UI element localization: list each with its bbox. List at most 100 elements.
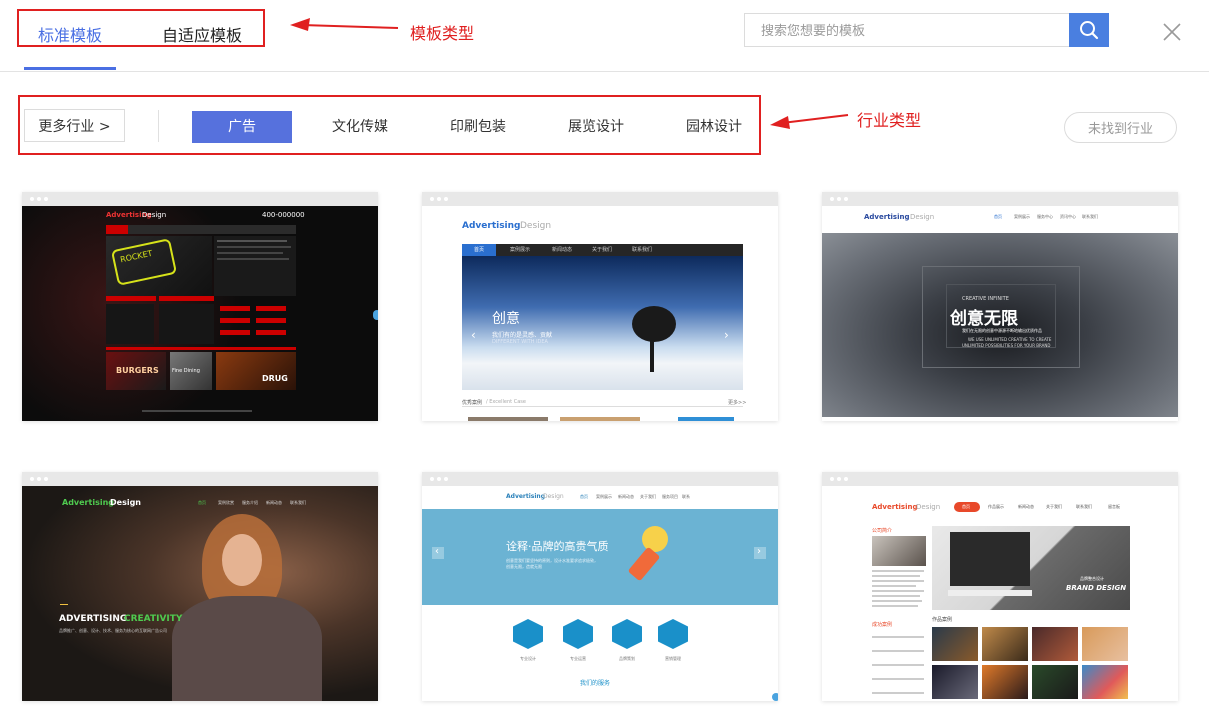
close-icon[interactable] — [1160, 20, 1184, 44]
template-thumbnail: Advertising Design 首页 案例欣赏 服务介绍 新闻动态 联系我… — [22, 486, 378, 701]
header-divider — [0, 71, 1209, 72]
section-title: 公司简介 — [872, 528, 893, 534]
section-title: 优秀案例 — [462, 400, 483, 406]
thumb-label: Fine Dining — [172, 368, 200, 374]
section-title: 作品案例 — [932, 617, 953, 623]
hero-subtitle: 品牌整合设计 — [1080, 576, 1104, 581]
thumb-nav-item: 服务介绍 — [242, 500, 258, 505]
thumb-nav-item: 首页 — [580, 494, 588, 499]
template-phone: 400-000000 — [262, 211, 305, 219]
template-card[interactable]: Advertising Design 400-000000 ROCKET BUR… — [22, 192, 378, 421]
search-icon — [1080, 21, 1099, 40]
thumb-nav-item: 首页 — [962, 504, 970, 509]
search-button[interactable] — [1069, 13, 1109, 47]
service-label: 营销管理 — [665, 656, 681, 661]
thumb-nav-item: 新闻动态 — [266, 500, 282, 505]
annotation-template-type: 模板类型 — [410, 24, 475, 43]
thumb-nav-item: 服务项目 — [662, 494, 678, 499]
more-link: 更多>> — [728, 400, 747, 406]
template-card[interactable]: Advertising Design 首页 案例展示 新闻动态 关于我们 服务项… — [422, 472, 778, 701]
thumb-nav-item: 联系 — [682, 494, 690, 499]
template-card[interactable]: Advertising Design 首页 案例展示 新闻动态 关于我们 联系我… — [422, 192, 778, 421]
hero-title: 创意 — [492, 311, 520, 327]
hero-title: ADVERTISING — [59, 614, 128, 624]
hero-small-text: CREATIVE INFINITE — [962, 296, 1009, 302]
thumb-nav-item: 资讯中心 — [1060, 214, 1076, 219]
template-thumbnail: Advertising Design 400-000000 ROCKET BUR… — [22, 206, 378, 421]
hero-subtitle: 创意无限，造就无限 — [506, 564, 542, 569]
card-window-bar — [422, 192, 778, 206]
thumb-nav-item: 联系我们 — [632, 247, 653, 253]
active-tab-indicator — [24, 67, 116, 70]
hero-subtitle: 品牌推广、创意、设计、技术、服务为核心的互联网广告公司 — [59, 628, 167, 633]
thumb-nav-item: 作品展示 — [988, 504, 1004, 509]
template-card[interactable]: Advertising Design 首页 作品展示 新闻动态 关于我们 联系我… — [822, 472, 1178, 701]
template-brand: Advertising — [864, 213, 910, 221]
section-title: 我们的服务 — [580, 680, 611, 687]
chevron-left-icon[interactable]: ‹ — [471, 328, 476, 342]
hero-subtitle-en: DIFFERENT WITH IDEA — [492, 339, 548, 345]
annotation-arrow-icon — [290, 18, 399, 31]
thumb-nav-item: 新闻动态 — [552, 247, 573, 253]
service-label: 专业运营 — [570, 656, 586, 661]
template-thumbnail: Advertising Design 首页 案例展示 新闻动态 关于我们 联系我… — [422, 206, 778, 421]
section-subtitle: / Excellent Case — [486, 399, 526, 405]
search-box — [744, 13, 1069, 47]
thumb-nav-item: 关于我们 — [1046, 504, 1062, 509]
template-brand: Advertising — [462, 221, 521, 231]
service-label: 品牌策划 — [619, 656, 635, 661]
template-card[interactable]: Advertising Design 首页 案例欣赏 服务介绍 新闻动态 联系我… — [22, 472, 378, 701]
thumb-nav-item: 首页 — [994, 214, 1002, 219]
thumb-nav-item: 服务中心 — [1037, 214, 1053, 219]
template-brand-sub: Design — [543, 493, 564, 500]
template-brand-sub: Design — [142, 211, 167, 219]
hero-title: 创意无限 — [950, 309, 1018, 329]
template-brand-sub: Design — [520, 221, 552, 231]
chevron-right-icon[interactable]: › — [724, 328, 729, 342]
card-window-bar — [822, 192, 1178, 206]
industry-not-found-button[interactable]: 未找到行业 — [1064, 112, 1177, 143]
service-label: 专业设计 — [520, 656, 536, 661]
template-thumbnail: Advertising Design 首页 案例展示 新闻动态 关于我们 服务项… — [422, 486, 778, 701]
hero-title-accent: CREATIVITY — [124, 614, 183, 624]
thumb-nav-item: 首页 — [198, 500, 206, 505]
search-input[interactable] — [759, 15, 1063, 47]
annotation-industry-type: 行业类型 — [857, 111, 922, 130]
thumb-nav-item: 新闻动态 — [1018, 504, 1034, 509]
card-window-bar — [822, 472, 1178, 486]
hero-title: BRAND DESIGN — [1066, 584, 1127, 592]
template-brand-sub: Design — [916, 503, 941, 511]
thumb-nav-item: 关于我们 — [640, 494, 656, 499]
template-brand: Advertising — [506, 493, 545, 500]
hero-subtitle: 我们有的是灵感、贡献 — [492, 332, 553, 339]
template-brand: Advertising — [872, 503, 918, 511]
thumb-nav-item: 关于我们 — [592, 247, 613, 253]
hero-line: WE USE UNLIMITED CREATIVE TO CREATE — [968, 337, 1052, 342]
template-card[interactable]: Advertising Design 首页 案例展示 服务中心 资讯中心 联系我… — [822, 192, 1178, 421]
thumb-nav-item: 联系我们 — [1082, 214, 1098, 219]
section-title: 成功案例 — [872, 622, 893, 628]
thumb-nav-item: 案例展示 — [596, 494, 612, 499]
thumb-nav-item: 联系我们 — [1076, 504, 1092, 509]
thumb-nav-item: 联系我们 — [290, 500, 306, 505]
card-window-bar — [422, 472, 778, 486]
template-thumbnail: Advertising Design 首页 案例展示 服务中心 资讯中心 联系我… — [822, 206, 1178, 421]
thumb-nav-item: 案例欣赏 — [218, 500, 234, 505]
thumb-nav-item: 案例展示 — [1014, 214, 1030, 219]
template-thumbnail: Advertising Design 首页 作品展示 新闻动态 关于我们 联系我… — [822, 486, 1178, 701]
chevron-left-icon[interactable]: ‹ — [435, 546, 439, 557]
hero-line: UNLIMITED POSSIBILITIES FOR YOUR BRAND — [962, 343, 1051, 348]
thumb-label: DRUG — [262, 374, 288, 383]
thumb-nav-item: 首页 — [474, 247, 485, 253]
chevron-right-icon[interactable]: › — [757, 546, 761, 557]
thumb-label: BURGERS — [116, 366, 159, 375]
hero-title: 诠释·品牌的高贵气质 — [506, 540, 609, 553]
hero-line: 我们在无限的创意中源源不断地输出优质作品 — [962, 328, 1042, 333]
template-type-highlight-box — [17, 9, 265, 47]
card-window-bar — [22, 472, 378, 486]
card-window-bar — [22, 192, 378, 206]
template-brand-sub: Design — [910, 213, 935, 221]
thumb-nav-item: 留言板 — [1108, 504, 1120, 509]
thumb-nav-item: 案例展示 — [510, 247, 531, 253]
template-brand: Advertising — [62, 498, 114, 507]
